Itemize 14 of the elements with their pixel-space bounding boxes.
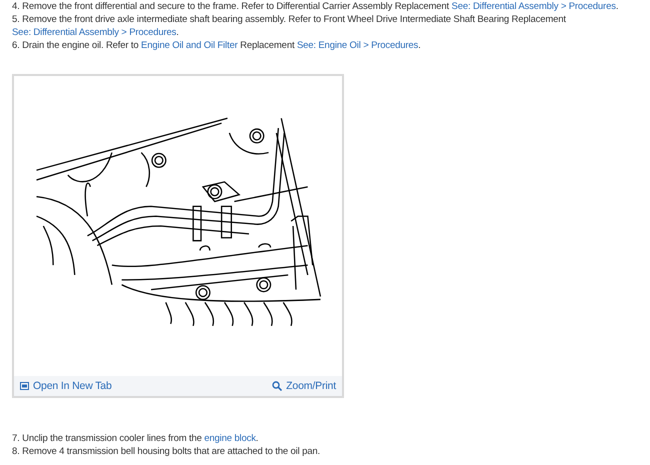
zoom-print-link[interactable]: Zoom/Print <box>272 380 336 392</box>
step-text: 6. Drain the engine oil. Refer to Engine Oil and Oil Filter Replacement See: Engine Oil > Procedures. <box>11 39 422 52</box>
reference-link[interactable]: See: Differential Assembly > Procedures <box>12 27 176 38</box>
open-in-new-tab-link[interactable]: Open In New Tab <box>20 380 112 392</box>
reference-link[interactable]: See: Differential Assembly > Procedures <box>452 1 616 12</box>
step-text: 5. Remove the front drive axle intermediate shaft bearing assembly. Refer to Front Wheel Drive Intermediate Shaft Bearing Replacement See: Differential Assembly > Procedures. <box>11 13 567 39</box>
step-text: 7. Unclip the transmission cooler lines from the engine block. <box>11 432 260 445</box>
reference-link[interactable]: engine block <box>204 433 256 444</box>
step-text: 4. Remove the front differential and secure to the frame. Refer to Differential Carrier Assembly Replacement See: Differential Assembly > Procedures. <box>11 0 620 13</box>
window-icon <box>20 382 29 390</box>
magnifier-icon <box>272 381 282 391</box>
step-text: 8. Remove 4 transmission bell housing bolts that are attached to the oil pan. <box>11 445 321 458</box>
reference-link[interactable]: Engine Oil and Oil Filter <box>141 40 238 51</box>
reference-link[interactable]: See: Engine Oil > Procedures <box>296 40 418 51</box>
